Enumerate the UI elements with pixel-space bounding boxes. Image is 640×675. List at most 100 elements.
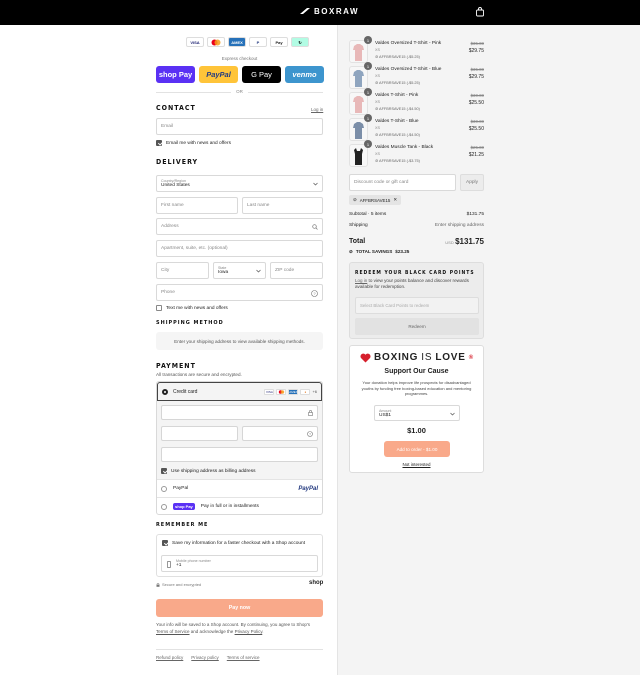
item-discount: ⊘ AFFBRSAVE15 (-$3.75): [375, 159, 420, 163]
save-info-option[interactable]: Save my information for a faster checkou…: [162, 540, 305, 546]
lock-icon: [156, 582, 160, 587]
boxing-is-love-logo: BOXING IS LOVE ®: [360, 352, 474, 363]
privacy-link[interactable]: Privacy Policy: [235, 629, 263, 634]
zip-field[interactable]: ZIP code: [270, 262, 323, 279]
shop-legal-text: Your info will be saved to a Shop accoun…: [156, 621, 323, 635]
quantity-badge: 1: [364, 88, 372, 96]
add-donation-label: Add to order - $1.00: [396, 446, 438, 452]
venmo-button[interactable]: venmo: [285, 66, 324, 83]
email-news-checkbox[interactable]: [156, 140, 162, 146]
shop-pay-button[interactable]: shop Pay: [156, 66, 195, 83]
email-news-option[interactable]: Email me with news and offers: [156, 140, 231, 146]
logo-word-3: LOVE: [435, 352, 466, 363]
item-discount: ⊘ AFFBRSAVE15 (-$4.50): [375, 133, 420, 137]
black-card-description: to view your points balance and discover…: [355, 278, 469, 289]
city-field[interactable]: City: [156, 262, 209, 279]
text-news-checkbox[interactable]: [156, 305, 162, 311]
paypal-label: PayPal: [206, 70, 231, 79]
name-on-card-field[interactable]: [161, 447, 318, 462]
footer-divider: [156, 649, 323, 650]
email-field[interactable]: Email: [156, 118, 323, 135]
accepted-payment-icons: VISA AMEX P Pay ↻: [186, 37, 309, 47]
item-price: $29.75: [468, 48, 484, 54]
discount-placeholder: Discount code or gift card: [354, 180, 409, 185]
country-select[interactable]: Country/Region United States: [156, 175, 323, 192]
expiry-field[interactable]: [161, 426, 238, 441]
address-field[interactable]: Address: [156, 218, 323, 235]
first-name-field[interactable]: First name: [156, 197, 238, 214]
footer-links: Refund policy Privacy policy Terms of se…: [156, 655, 260, 660]
google-pay-button[interactable]: G Pay: [242, 66, 281, 83]
apply-button[interactable]: Apply: [460, 174, 484, 191]
login-link[interactable]: Log in: [311, 107, 323, 112]
not-interested-link[interactable]: Not interested: [402, 462, 430, 467]
applied-discount-tag: ⊘ AFFBRSAVE15 ✕: [349, 195, 402, 205]
redeem-button[interactable]: Redeem: [355, 318, 479, 335]
item-name: Valdes Oversized T-Shirt - Blue: [375, 67, 442, 72]
payment-options: Credit card VISA AMEX ● +6 ? Use shippin…: [156, 381, 323, 515]
shop-pay-option[interactable]: shop Pay Pay in full or in installments: [157, 497, 322, 515]
paypal-option-label: PayPal: [173, 486, 189, 491]
security-code-field[interactable]: ?: [242, 426, 318, 441]
registered-mark: ®: [468, 354, 474, 361]
phone-placeholder: Phone: [161, 290, 175, 295]
shipping-label: Shipping: [349, 223, 368, 228]
shopping-bag-icon[interactable]: [475, 7, 485, 17]
paypal-button[interactable]: PayPal: [199, 66, 238, 83]
state-select[interactable]: State Iowa: [213, 262, 266, 279]
visa-icon: VISA: [186, 37, 204, 47]
billing-address-option[interactable]: Use shipping address as billing address: [161, 468, 256, 474]
lock-icon: [308, 410, 313, 416]
remove-discount-icon[interactable]: ✕: [393, 197, 397, 203]
refund-policy-link[interactable]: Refund policy: [156, 655, 183, 660]
black-card-points-select[interactable]: Select Black Card Points to redeem: [355, 297, 479, 314]
billing-checkbox[interactable]: [161, 468, 167, 474]
amount-value: US$1: [379, 412, 391, 418]
tshirt-icon: [353, 96, 364, 113]
payment-subtitle: All transactions are secure and encrypte…: [156, 372, 242, 377]
donation-text: Your donation helps improve life prospec…: [361, 380, 472, 396]
card-number-field[interactable]: [161, 405, 318, 420]
apartment-field[interactable]: Apartment, suite, etc. (optional): [156, 240, 323, 257]
card-details-area: ? Use shipping address as billing addres…: [157, 401, 322, 479]
item-size: XS: [375, 48, 381, 52]
apartment-placeholder: Apartment, suite, etc. (optional): [161, 246, 228, 251]
savings-value: $23.25: [395, 249, 410, 254]
visa-icon: VISA: [264, 388, 275, 395]
state-value: Iowa: [218, 270, 229, 275]
discover-icon: ●: [300, 388, 311, 395]
last-name-field[interactable]: Last name: [242, 197, 323, 214]
remember-me-heading: REMEMBER ME: [156, 522, 209, 528]
discount-code-field[interactable]: Discount code or gift card: [349, 174, 456, 191]
help-icon[interactable]: ?: [311, 290, 318, 297]
black-card-login-link[interactable]: Log in: [355, 278, 367, 283]
black-card-box: REDEEM YOUR BLACK CARD POINTS Log in to …: [349, 262, 484, 339]
more-cards-count: +6: [312, 389, 317, 394]
brand-logo[interactable]: BOXRAW: [300, 7, 359, 16]
phone-field[interactable]: Phone ?: [156, 284, 323, 301]
shop-pay-radio[interactable]: [161, 503, 167, 510]
item-discount-text: AFFBRSAVE15 (-$4.50): [379, 107, 420, 111]
terms-of-service-link[interactable]: Terms of service: [227, 655, 260, 660]
help-icon[interactable]: ?: [307, 431, 313, 437]
donation-amount: $1.00: [407, 426, 426, 435]
credit-card-option[interactable]: Credit card VISA AMEX ● +6: [157, 382, 322, 401]
credit-card-radio[interactable]: [162, 388, 168, 395]
delivery-heading: DELIVERY: [156, 158, 199, 166]
tank-top-icon: [354, 148, 363, 165]
terms-link[interactable]: Terms of Service: [156, 629, 190, 634]
secure-label: Secure and encrypted: [162, 582, 202, 587]
add-donation-button[interactable]: Add to order - $1.00: [384, 441, 450, 457]
item-size: XS: [375, 126, 381, 130]
quantity-badge: 1: [364, 62, 372, 70]
paypal-radio[interactable]: [161, 485, 167, 492]
save-info-checkbox[interactable]: [162, 540, 168, 546]
text-news-option[interactable]: Text me with news and offers: [156, 305, 228, 311]
donation-amount-select[interactable]: Amount US$1: [374, 405, 460, 421]
pay-now-button[interactable]: Pay now: [156, 599, 323, 617]
mobile-phone-field[interactable]: Mobile phone number +1: [161, 555, 318, 572]
privacy-policy-link[interactable]: Privacy policy: [191, 655, 219, 660]
paypal-option[interactable]: PayPal PayPal: [157, 479, 322, 497]
logo-word-2: IS: [421, 352, 433, 363]
email-news-label: Email me with news and offers: [166, 140, 231, 146]
